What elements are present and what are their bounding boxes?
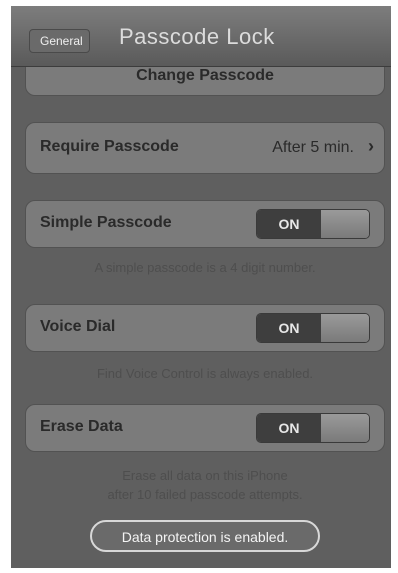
- require-passcode-label: Require Passcode: [40, 138, 179, 155]
- toggle-on-label: ON: [257, 314, 321, 342]
- simple-passcode-row: Simple Passcode ON: [25, 200, 385, 248]
- page-title-overlay: Passcode Lock: [119, 24, 275, 49]
- erase-data-label: Erase Data: [40, 418, 123, 435]
- require-passcode-value: After 5 min.: [272, 139, 354, 156]
- simple-passcode-label: Simple Passcode: [40, 214, 172, 231]
- back-button-general-overlay[interactable]: General: [29, 29, 90, 53]
- erase-data-footer-line1: Erase all data on this iPhone: [122, 468, 288, 483]
- voice-dial-footer: Find Voice Control is always enabled.: [96, 366, 314, 381]
- erase-data-row: Erase Data ON: [25, 404, 385, 452]
- data-protection-status: Data protection is enabled.: [90, 520, 320, 552]
- toggle-knob: [321, 414, 369, 442]
- require-passcode-row[interactable]: Require Passcode After 5 min. ›: [25, 122, 385, 174]
- change-passcode-label: Change Passcode: [136, 67, 274, 84]
- phone-screen: General Passcode Lock Change Passcode Ge…: [11, 6, 391, 568]
- toggle-on-label: ON: [257, 210, 321, 238]
- voice-dial-label: Voice Dial: [40, 318, 116, 335]
- erase-data-footer-line2: after 10 failed passcode attempts.: [107, 487, 303, 502]
- voice-dial-row: Voice Dial ON: [25, 304, 385, 352]
- chevron-right-icon: ›: [368, 136, 374, 156]
- toggle-knob: [321, 314, 369, 342]
- toggle-on-label: ON: [257, 414, 321, 442]
- toggle-knob: [321, 210, 369, 238]
- erase-data-footer: Erase all data on this iPhone after 10 f…: [35, 466, 375, 504]
- simple-passcode-toggle[interactable]: ON: [256, 209, 370, 239]
- navigation-bar-overlay: General Passcode Lock: [11, 6, 391, 67]
- voice-dial-toggle[interactable]: ON: [256, 313, 370, 343]
- erase-data-toggle[interactable]: ON: [256, 413, 370, 443]
- simple-passcode-footer: A simple passcode is a 4 digit number.: [94, 260, 316, 275]
